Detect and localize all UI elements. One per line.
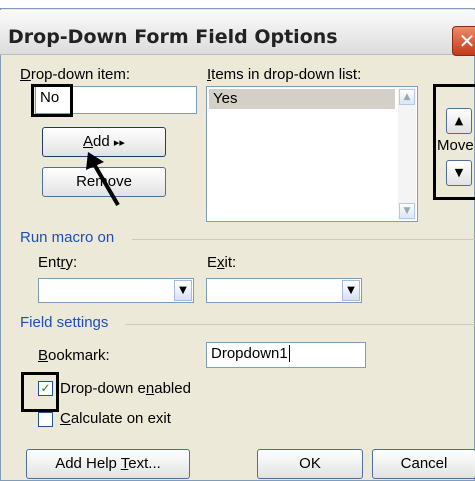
items-list-label: Items in drop-down list: bbox=[207, 66, 362, 83]
close-button[interactable]: ✕ bbox=[452, 26, 475, 56]
ok-button[interactable]: OK bbox=[257, 449, 363, 479]
bookmark-input[interactable]: Dropdown1 bbox=[206, 342, 366, 368]
field-settings-section-label: Field settings bbox=[20, 314, 109, 331]
move-up-button[interactable]: ▲ bbox=[446, 108, 472, 134]
annotation-arrow-icon bbox=[86, 152, 120, 207]
entry-macro-select[interactable]: ▼ bbox=[38, 278, 194, 303]
move-down-button[interactable]: ▼ bbox=[446, 160, 472, 186]
exit-macro-select[interactable]: ▼ bbox=[206, 278, 362, 303]
bookmark-label: Bookmark: bbox=[38, 347, 110, 364]
title-bar: Drop-Down Form Field Options ✕ bbox=[0, 10, 475, 56]
scroll-up-icon[interactable]: ▲ bbox=[399, 89, 415, 105]
chevron-down-icon[interactable]: ▼ bbox=[174, 280, 192, 301]
run-macro-section-label: Run macro on bbox=[20, 229, 115, 246]
dropdown-enabled-label: Drop-down enabled bbox=[60, 380, 191, 397]
arrow-down-icon: ▼ bbox=[454, 166, 464, 179]
arrow-up-icon: ▲ bbox=[454, 114, 464, 127]
check-icon: ✓ bbox=[40, 381, 51, 395]
entry-label: Entry: bbox=[38, 254, 78, 271]
field-settings-divider bbox=[125, 324, 475, 325]
dropdown-enabled-checkbox[interactable]: ✓ bbox=[38, 381, 53, 396]
list-scrollbar[interactable]: ▲ ▼ bbox=[398, 88, 416, 220]
scroll-down-icon[interactable]: ▼ bbox=[399, 203, 415, 219]
dialog-title: Drop-Down Form Field Options bbox=[8, 26, 338, 48]
move-label: Move bbox=[437, 137, 474, 154]
calculate-on-exit-checkbox[interactable] bbox=[38, 412, 53, 427]
double-arrow-right-icon: ▸▸ bbox=[113, 137, 125, 149]
calculate-on-exit-label: Calculate on exit bbox=[60, 410, 171, 427]
close-icon: ✕ bbox=[458, 29, 475, 53]
exit-label: Exit: bbox=[207, 254, 237, 271]
items-listbox[interactable]: Yes ▲ ▼ bbox=[206, 86, 418, 222]
cancel-button[interactable]: Cancel bbox=[372, 449, 475, 479]
list-item[interactable]: Yes bbox=[209, 89, 395, 109]
run-macro-divider bbox=[132, 239, 475, 240]
dropdown-item-label: Drop-down item: bbox=[20, 66, 131, 83]
chevron-down-icon[interactable]: ▼ bbox=[342, 280, 360, 301]
add-help-text-button[interactable]: Add Help Text... bbox=[26, 449, 190, 479]
highlight-box-input bbox=[31, 84, 73, 117]
